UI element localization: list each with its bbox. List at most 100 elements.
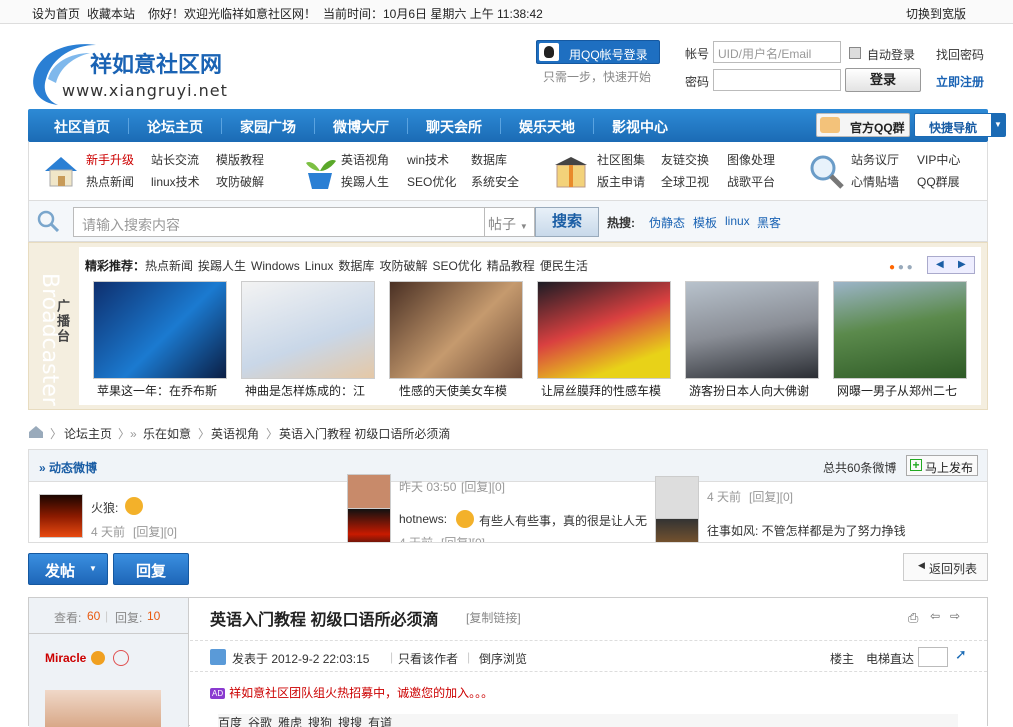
avatar[interactable]	[655, 518, 699, 542]
author-avatar[interactable]	[45, 690, 161, 727]
nav-entertainment[interactable]: 娱乐天地	[519, 117, 575, 137]
cat-moderator[interactable]: 版主申请	[597, 173, 645, 190]
thumb-image[interactable]	[685, 281, 819, 379]
cat-attack-defense[interactable]: 攻防破解	[216, 173, 264, 190]
engine-link[interactable]: 雅虎	[278, 716, 302, 727]
cat-template[interactable]: 模版教程	[216, 151, 264, 168]
cat-link-exchange[interactable]: 友链交换	[661, 151, 709, 168]
only-author-link[interactable]: 只看该作者	[398, 650, 458, 667]
hot-search-link[interactable]: 伪静态	[649, 214, 685, 231]
password-field[interactable]	[713, 69, 841, 91]
thumb-image[interactable]	[241, 281, 375, 379]
cat-security[interactable]: 系统安全	[471, 173, 519, 190]
cat-hot-news[interactable]: 热点新闻	[86, 173, 134, 190]
breadcrumb-item[interactable]: 乐在如意	[143, 425, 191, 442]
search-button[interactable]: 搜索	[535, 207, 599, 237]
wide-mode-link[interactable]: 切换到宽版	[906, 5, 966, 22]
next-icon[interactable]: ▶	[958, 259, 966, 270]
breadcrumb-item[interactable]: 论坛主页	[64, 425, 112, 442]
recommend-link[interactable]: 攻防破解	[379, 259, 427, 273]
avatar[interactable]	[347, 508, 391, 542]
cat-webmaster[interactable]: 站长交流	[151, 151, 199, 168]
cat-vip[interactable]: VIP中心	[917, 151, 960, 168]
recommend-link[interactable]: 精品教程	[487, 259, 535, 273]
jump-icon[interactable]: ➚	[955, 646, 967, 663]
ad-banner[interactable]: AD 祥如意社区团队组火热招募中，诚邀您的加入。。。	[210, 684, 493, 701]
cat-qq-groups[interactable]: QQ群展	[917, 173, 960, 190]
reply-button[interactable]: 回复	[113, 553, 189, 585]
cat-english[interactable]: 英语视角	[341, 151, 389, 168]
nav-home[interactable]: 社区首页	[54, 117, 110, 137]
cat-site-affairs[interactable]: 站务议厅	[851, 151, 899, 168]
recommend-link[interactable]: Linux	[305, 259, 334, 273]
breadcrumb-item[interactable]: 英语视角	[211, 425, 259, 442]
hot-search-link[interactable]: linux	[725, 214, 750, 228]
hot-search-link[interactable]: 黑客	[757, 214, 781, 231]
engine-link[interactable]: 搜搜	[338, 716, 362, 727]
weibo-reply-link[interactable]: [回复][0]	[441, 534, 485, 542]
quick-nav-button[interactable]: 快捷导航 ▼	[914, 113, 1006, 137]
floor-jump-input[interactable]	[918, 647, 948, 667]
thumb-image[interactable]	[833, 281, 967, 379]
nav-weibo[interactable]: 微博大厅	[333, 117, 389, 137]
prev-icon[interactable]: ◀	[936, 259, 944, 270]
copy-link[interactable]: [复制链接]	[466, 609, 521, 626]
reverse-order-link[interactable]: 倒序浏览	[479, 650, 527, 667]
thumb-image[interactable]	[537, 281, 671, 379]
slide-pager[interactable]: ◀ ▶	[927, 256, 975, 274]
thumb-caption[interactable]: 网曝一男子从郑州二七	[837, 382, 977, 399]
hot-search-link[interactable]: 模板	[693, 214, 717, 231]
recommend-link[interactable]: 便民生活	[540, 259, 588, 273]
cat-seo[interactable]: SEO优化	[407, 173, 456, 190]
weibo-reply-link[interactable]: [回复][0]	[461, 478, 505, 495]
recommend-link[interactable]: Windows	[251, 259, 300, 273]
search-input[interactable]: 请输入搜索内容	[73, 207, 485, 237]
prev-thread-icon[interactable]: ⇦	[930, 609, 940, 623]
cat-database[interactable]: 数据库	[471, 151, 507, 168]
next-thread-icon[interactable]: ⇨	[950, 609, 960, 623]
account-field[interactable]: UID/用户名/Email	[713, 41, 841, 63]
thumb-caption[interactable]: 性感的天使美女车模	[399, 382, 539, 399]
cat-it-life[interactable]: 挨踢人生	[341, 173, 389, 190]
thumb-image[interactable]	[389, 281, 523, 379]
author-name[interactable]: Miracle	[45, 651, 86, 665]
nav-forum[interactable]: 论坛主页	[147, 117, 203, 137]
back-to-list-button[interactable]: ◀ 返回列表	[903, 553, 988, 581]
register-link[interactable]: 立即注册	[936, 73, 984, 90]
cat-gallery[interactable]: 社区图集	[597, 151, 645, 168]
thumb-caption[interactable]: 苹果这一年：在乔布斯	[97, 382, 237, 399]
engine-link[interactable]: 有道	[368, 716, 392, 727]
login-button[interactable]: 登录	[845, 68, 921, 92]
recommend-link[interactable]: 数据库	[338, 259, 374, 273]
publish-button[interactable]: + 马上发布	[906, 455, 978, 476]
qq-login-button[interactable]: 用QQ帐号登录	[536, 40, 660, 64]
cat-war-song[interactable]: 战歌平台	[727, 173, 775, 190]
recommend-link[interactable]: 热点新闻	[145, 259, 193, 273]
print-icon[interactable]: ⎙	[908, 610, 918, 626]
thumb-caption[interactable]: 神曲是怎样炼成的：江	[245, 382, 385, 399]
weibo-user[interactable]: 火狼:	[91, 499, 118, 516]
auto-login-checkbox[interactable]	[849, 47, 861, 59]
qq-group-button[interactable]: 官方QQ群	[816, 113, 910, 137]
cat-newbie[interactable]: 新手升级	[86, 151, 134, 168]
recommend-link[interactable]: SEO优化	[432, 259, 481, 273]
cat-mood-wall[interactable]: 心情贴墙	[851, 173, 899, 190]
thumb-caption[interactable]: 游客扮日本人向大佛谢	[689, 382, 829, 399]
site-logo[interactable]: 祥如意社区网 www.xiangruyi.net	[30, 39, 240, 109]
set-home-link[interactable]: 设为首页	[32, 5, 80, 22]
nav-chat[interactable]: 聊天会所	[426, 117, 482, 137]
recommend-link[interactable]: 挨踢人生	[198, 259, 246, 273]
engine-link[interactable]: 百度	[218, 716, 242, 727]
weibo-reply-link[interactable]: [回复][0]	[133, 523, 177, 540]
weibo-reply-link[interactable]: [回复][0]	[749, 488, 793, 505]
avatar[interactable]	[39, 494, 83, 538]
thumb-image[interactable]	[93, 281, 227, 379]
search-type-select[interactable]: 帖子 ▼	[485, 207, 535, 237]
nav-movies[interactable]: 影视中心	[612, 117, 668, 137]
thumb-caption[interactable]: 让屌丝膜拜的性感车模	[541, 382, 681, 399]
engine-link[interactable]: 谷歌	[248, 716, 272, 727]
cat-win[interactable]: win技术	[407, 151, 449, 168]
new-post-button[interactable]: 发帖 ▼	[28, 553, 108, 585]
engine-link[interactable]: 搜狗	[308, 716, 332, 727]
cat-linux[interactable]: linux技术	[151, 173, 200, 190]
